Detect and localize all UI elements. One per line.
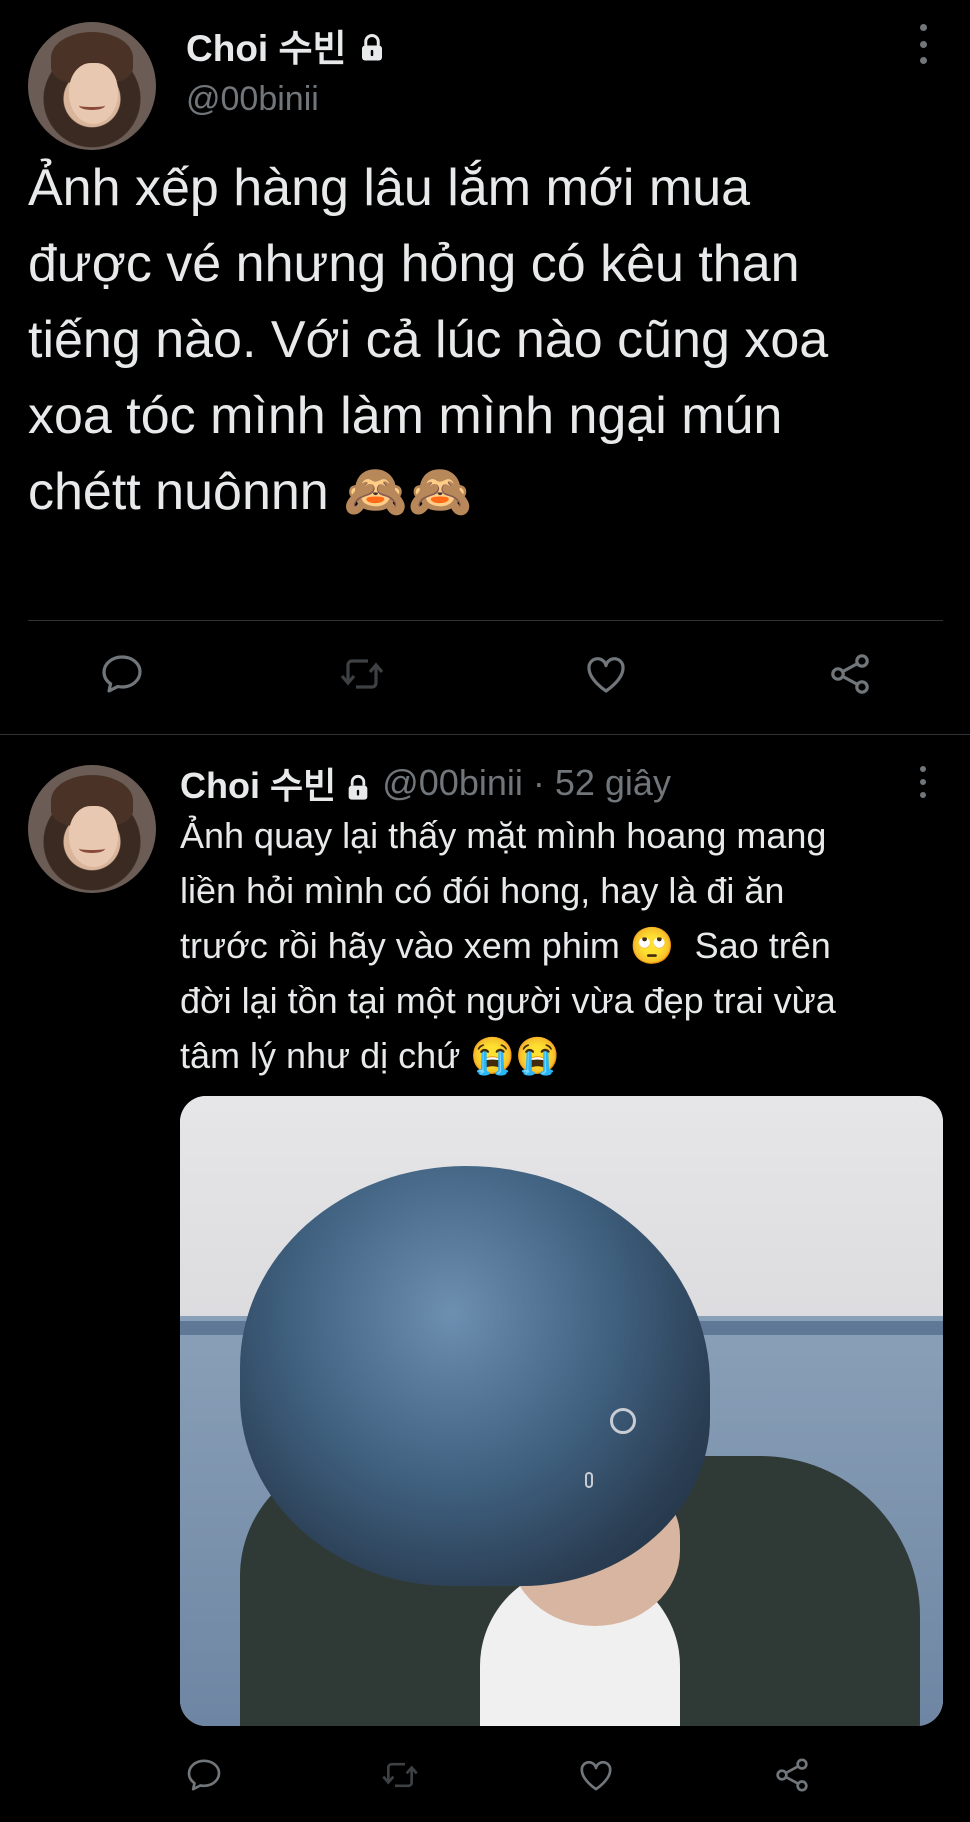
tweet-actions xyxy=(0,1755,970,1795)
thread-divider xyxy=(0,734,970,735)
avatar[interactable] xyxy=(28,22,156,150)
like-icon[interactable] xyxy=(582,650,630,698)
avatar[interactable] xyxy=(28,765,156,893)
tweet-text: Ảnh quay lại thấy mặt mình hoang mang li… xyxy=(180,815,836,1076)
user-handle[interactable]: @00binii xyxy=(382,762,523,804)
like-icon[interactable] xyxy=(576,1755,616,1795)
share-icon[interactable] xyxy=(826,650,874,698)
more-options-icon[interactable] xyxy=(915,766,931,798)
tweet-media-photo[interactable] xyxy=(180,1096,943,1726)
display-name[interactable]: Choi 수빈 xyxy=(186,18,387,72)
reply-icon[interactable] xyxy=(184,1755,224,1795)
display-name-text[interactable]: Choi 수빈 xyxy=(186,18,347,72)
display-name[interactable]: Choi 수빈 xyxy=(180,757,336,809)
more-options-icon[interactable] xyxy=(915,24,931,64)
lock-icon xyxy=(357,30,387,61)
user-handle[interactable]: @00binii xyxy=(186,80,319,119)
lock-icon xyxy=(344,769,372,800)
divider xyxy=(28,620,943,621)
tweet-header: Choi 수빈 @00binii · 52 giây xyxy=(180,758,671,808)
retweet-icon[interactable] xyxy=(380,1755,420,1795)
tweet-actions xyxy=(0,650,970,710)
separator-dot: · xyxy=(532,762,545,803)
timestamp[interactable]: 52 giây xyxy=(555,762,671,804)
retweet-icon[interactable] xyxy=(338,650,386,698)
reply-icon[interactable] xyxy=(98,650,146,698)
focused-tweet: Choi 수빈 @00binii Ảnh xếp hàng lâu lắm mớ… xyxy=(0,0,970,732)
share-icon[interactable] xyxy=(772,1755,812,1795)
tweet-text: Ảnh xếp hàng lâu lắm mới mua được vé như… xyxy=(28,159,829,521)
